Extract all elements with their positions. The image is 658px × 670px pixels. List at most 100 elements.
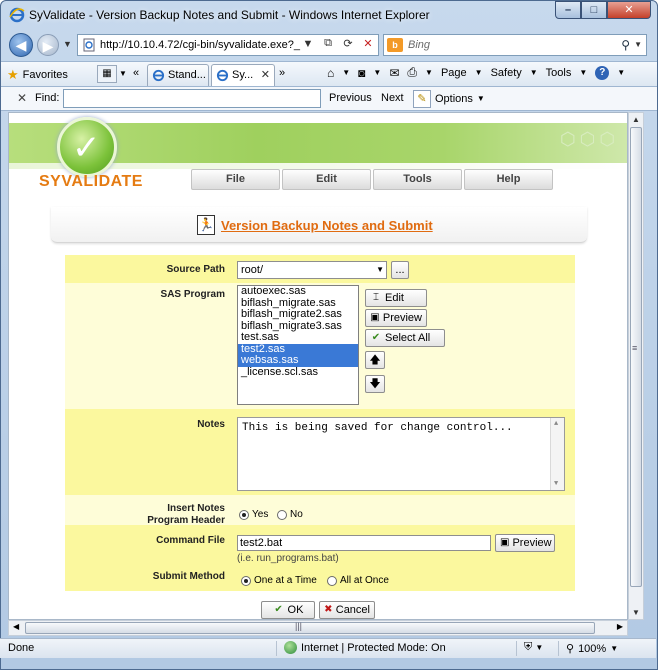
select-all-button[interactable]: ✔ Select All: [365, 329, 445, 347]
preview-command-button[interactable]: ▣ Preview: [495, 534, 555, 552]
edit-icon: ⌶: [373, 292, 379, 303]
zoom-icon: ⚲: [566, 643, 575, 655]
menu-file[interactable]: File: [191, 169, 280, 190]
url-text: http://10.10.4.72/cgi-bin/syvalidate.exe…: [100, 39, 300, 51]
scroll-right-icon[interactable]: ▶: [617, 622, 623, 631]
edit-button[interactable]: ⌶ Edit: [365, 289, 427, 307]
search-box[interactable]: b Bing ⚲ ▼: [383, 34, 647, 56]
source-path-select[interactable]: root/ ▼: [237, 261, 387, 279]
notes-textarea[interactable]: This is being saved for change control..…: [237, 417, 565, 491]
print-icon[interactable]: ⎙: [407, 65, 417, 80]
command-file-label: Command File: [156, 535, 225, 546]
preview-program-button[interactable]: ▣ Preview: [365, 309, 427, 327]
tools-menu[interactable]: Tools: [546, 67, 572, 79]
cancel-button[interactable]: ✖ Cancel: [319, 601, 375, 619]
program-header-label: Program Header: [147, 515, 225, 526]
scroll-down-icon[interactable]: ▼: [632, 608, 640, 617]
close-find-icon[interactable]: ✕: [17, 91, 27, 105]
horizontal-scrollbar[interactable]: ◀ ||| ▶: [8, 620, 628, 636]
favorites-label: Favorites: [22, 69, 68, 81]
submit-all-at-once-radio[interactable]: All at Once: [327, 575, 389, 586]
tab-standard[interactable]: Stand...: [147, 64, 209, 86]
find-previous-button[interactable]: Previous: [329, 92, 372, 104]
find-input[interactable]: [63, 89, 321, 108]
refresh-icon[interactable]: ⟳: [340, 37, 356, 50]
list-item[interactable]: biflash_migrate2.sas: [238, 308, 358, 321]
browse-button[interactable]: ...: [391, 261, 409, 279]
safety-menu[interactable]: Safety: [491, 67, 522, 79]
vertical-scrollbar[interactable]: ▲ ≡ ▼: [628, 112, 644, 620]
mail-icon[interactable]: ✉: [389, 66, 399, 80]
menu-edit[interactable]: Edit: [282, 169, 371, 190]
menu-help[interactable]: Help: [464, 169, 553, 190]
stop-icon[interactable]: ✕: [360, 37, 376, 50]
compatibility-view-icon[interactable]: ⧉: [320, 37, 336, 50]
page-menu[interactable]: Page: [441, 67, 467, 79]
search-icon[interactable]: ⚲: [621, 38, 630, 52]
move-up-button[interactable]: 🡅: [365, 351, 385, 369]
home-icon[interactable]: ⌂: [327, 66, 334, 80]
recent-pages-dropdown[interactable]: ▼: [63, 39, 72, 49]
find-options-button[interactable]: ✎ Options ▼: [413, 89, 485, 108]
submit-one-at-a-time-radio[interactable]: One at a Time: [241, 575, 317, 586]
minimize-button[interactable]: –: [555, 1, 581, 19]
security-zone[interactable]: Internet | Protected Mode: On: [284, 641, 446, 654]
highlight-icon[interactable]: ✎: [413, 89, 431, 108]
list-item[interactable]: websas.sas: [238, 354, 358, 367]
menu-tools[interactable]: Tools: [373, 169, 462, 190]
command-bar: ⌂ ▼ ◙ ▼ ✉ ⎙ ▼ Page ▼ Safety ▼ Tools ▼ ? ▼: [327, 65, 626, 80]
tab-list-dropdown[interactable]: ▼: [119, 69, 127, 78]
tab-syvalidate[interactable]: Sy... ✕: [211, 64, 275, 86]
command-file-input[interactable]: test2.bat: [237, 535, 491, 551]
close-button[interactable]: ✕: [607, 1, 651, 19]
check-icon: ✔: [371, 332, 381, 343]
scroll-up-icon[interactable]: ▲: [632, 115, 640, 124]
tab-scroll-right-icon[interactable]: »: [279, 67, 285, 79]
help-icon[interactable]: ?: [595, 65, 610, 80]
ie-tab-icon: [216, 69, 229, 82]
find-label: Find:: [35, 92, 60, 104]
hscroll-thumb[interactable]: [25, 622, 595, 634]
ie-logo-icon: [9, 7, 25, 23]
sas-program-list[interactable]: autoexec.sas biflash_migrate.sas biflash_m…: [237, 285, 359, 405]
protected-mode-icon[interactable]: ⛨ ▼: [524, 641, 543, 654]
find-bar: ✕ Find: Previous Next ✎ Options ▼: [1, 87, 657, 111]
favorites-button[interactable]: ★ Favorites: [7, 67, 68, 83]
page-title[interactable]: Version Backup Notes and Submit: [221, 218, 433, 233]
scroll-left-icon[interactable]: ◀: [13, 622, 19, 631]
insert-notes-label: Insert Notes: [167, 503, 225, 514]
search-dropdown-icon[interactable]: ▼: [634, 40, 642, 49]
favorites-bar: ★ Favorites ▦ ▼ « Stand... Sy... ✕ » ⌂ ▼ …: [1, 61, 657, 87]
back-button[interactable]: ◀: [9, 33, 33, 57]
tab-close-icon[interactable]: ✕: [261, 65, 270, 85]
notes-scrollbar[interactable]: ▲ ▼: [550, 418, 564, 490]
maximize-button[interactable]: □: [581, 1, 607, 19]
feeds-icon[interactable]: ◙: [358, 66, 365, 80]
preview-icon: ▣: [370, 312, 380, 323]
list-item[interactable]: autoexec.sas: [238, 286, 358, 298]
command-file-hint: (i.e. run_programs.bat): [237, 553, 339, 564]
scroll-thumb[interactable]: [630, 127, 642, 587]
insert-notes-yes-radio[interactable]: Yes: [239, 509, 268, 520]
find-next-button[interactable]: Next: [381, 92, 404, 104]
bing-icon: b: [387, 38, 403, 52]
search-placeholder: Bing: [408, 39, 431, 51]
sas-program-label: SAS Program: [160, 289, 225, 300]
tab-scroll-left-icon[interactable]: «: [133, 67, 139, 79]
move-down-button[interactable]: 🡇: [365, 375, 385, 393]
globe-icon: [284, 641, 297, 654]
zoom-control[interactable]: ⚲ 100% ▼: [566, 642, 618, 656]
quick-tabs-icon[interactable]: ▦: [97, 65, 117, 83]
list-item[interactable]: _license.scl.sas: [238, 366, 358, 379]
notes-label: Notes: [197, 419, 225, 430]
ok-button[interactable]: ✔ OK: [261, 601, 315, 619]
list-item[interactable]: test.sas: [238, 331, 358, 344]
address-bar[interactable]: http://10.10.4.72/cgi-bin/syvalidate.exe…: [77, 34, 379, 56]
address-dropdown-icon[interactable]: ▼: [300, 38, 316, 50]
status-text: Done: [8, 642, 35, 654]
forward-button[interactable]: ▶: [37, 34, 59, 56]
chevron-down-icon: ▼: [376, 265, 384, 274]
close-icon: ✖: [324, 604, 333, 615]
source-path-label: Source Path: [166, 264, 225, 275]
insert-notes-no-radio[interactable]: No: [277, 509, 303, 520]
